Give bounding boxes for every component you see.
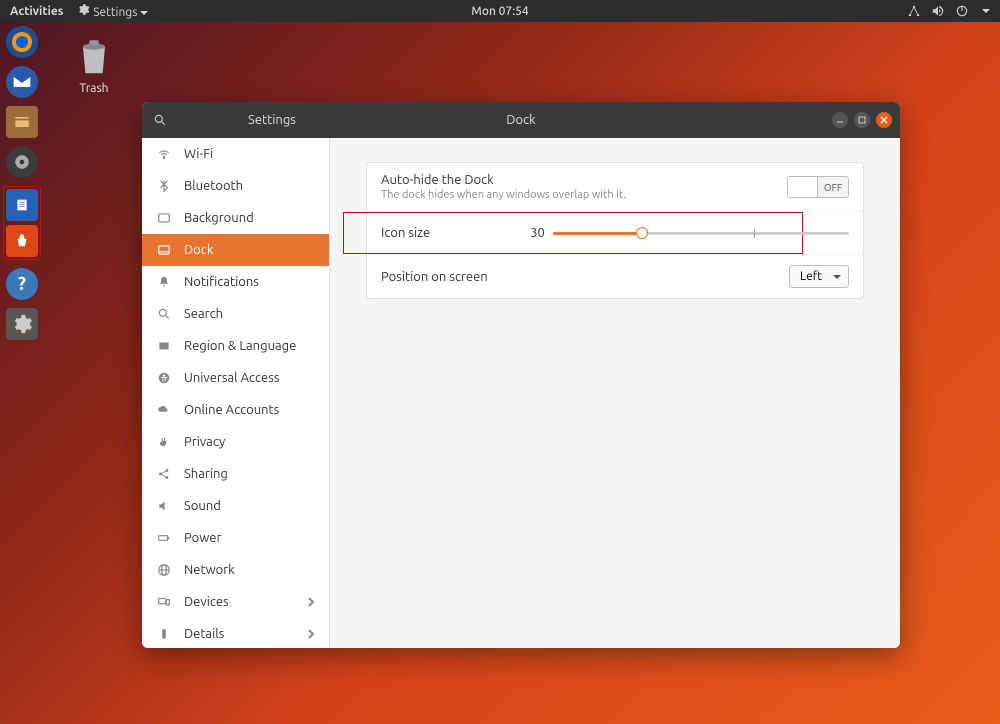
bluetooth-icon (156, 179, 172, 193)
trash-desktop-icon[interactable]: Trash (72, 32, 116, 95)
chevron-right-icon (307, 628, 315, 640)
sidebar-item-bluetooth[interactable]: Bluetooth (142, 170, 329, 202)
sidebar-item-online-accounts[interactable]: Online Accounts (142, 394, 329, 426)
position-row: Position on screen Left (367, 255, 863, 298)
sidebar-item-network[interactable]: Network (142, 554, 329, 586)
sidebar-item-label: Dock (184, 243, 213, 257)
sidebar-item-details[interactable]: Details (142, 618, 329, 648)
position-dropdown[interactable]: Left (789, 265, 849, 288)
autohide-row: Auto-hide the Dock The dock hides when a… (367, 163, 863, 212)
settings-content: Auto-hide the Dock The dock hides when a… (330, 138, 900, 648)
background-icon (156, 211, 172, 225)
sidebar-item-universal-access[interactable]: Universal Access (142, 362, 329, 394)
clock[interactable]: Mon 07:54 (471, 5, 528, 18)
autohide-title: Auto-hide the Dock (381, 173, 626, 187)
sidebar-item-devices[interactable]: Devices (142, 586, 329, 618)
accessibility-icon (156, 371, 172, 385)
minimize-button[interactable] (832, 112, 848, 128)
info-icon (156, 627, 172, 641)
rhythmbox-icon[interactable] (6, 146, 38, 178)
sidebar-item-label: Power (184, 531, 221, 545)
battery-icon (156, 531, 172, 545)
chevron-right-icon (307, 596, 315, 608)
position-label: Position on screen (381, 270, 488, 284)
maximize-button[interactable] (854, 112, 870, 128)
app-menu[interactable]: Settings (77, 3, 148, 19)
sidebar-item-label: Search (184, 307, 223, 321)
globe-icon (156, 339, 172, 353)
settings-window: Settings Dock Wi-Fi Bluetooth Background… (142, 102, 900, 648)
sidebar-item-label: Wi-Fi (184, 147, 213, 161)
icon-size-label: Icon size (381, 226, 430, 240)
libreoffice-writer-icon[interactable] (6, 189, 38, 221)
autohide-toggle[interactable]: OFF (787, 176, 849, 198)
sidebar-item-sound[interactable]: Sound (142, 490, 329, 522)
icon-size-row: Icon size 30 (367, 212, 863, 255)
window-title: Dock (506, 113, 535, 127)
settings-app-icon[interactable] (6, 308, 38, 340)
settings-sidebar: Wi-Fi Bluetooth Background Dock Notifica… (142, 138, 330, 648)
sidebar-item-label: Online Accounts (184, 403, 279, 417)
sidebar-item-label: Notifications (184, 275, 259, 289)
sidebar-item-label: Sound (184, 499, 221, 513)
sidebar-item-wifi[interactable]: Wi-Fi (142, 138, 329, 170)
sidebar-item-label: Sharing (184, 467, 228, 481)
sidebar-item-sharing[interactable]: Sharing (142, 458, 329, 490)
window-sidebar-title: Settings (178, 113, 366, 127)
sidebar-item-label: Network (184, 563, 235, 577)
dock-settings-panel: Auto-hide the Dock The dock hides when a… (366, 162, 864, 299)
autohide-subtitle: The dock hides when any windows overlap … (381, 189, 626, 201)
dock-icon (156, 243, 172, 257)
volume-icon[interactable] (931, 4, 945, 18)
window-titlebar[interactable]: Settings Dock (142, 102, 900, 138)
share-icon (156, 467, 172, 481)
close-button[interactable] (876, 112, 892, 128)
dock: ? (0, 22, 44, 724)
sidebar-item-label: Background (184, 211, 254, 225)
sidebar-item-label: Region & Language (184, 339, 296, 353)
sidebar-item-region[interactable]: Region & Language (142, 330, 329, 362)
files-icon[interactable] (6, 106, 38, 138)
search-icon (156, 307, 172, 321)
icon-size-value: 30 (530, 226, 545, 240)
sidebar-item-background[interactable]: Background (142, 202, 329, 234)
hand-icon (156, 435, 172, 449)
sidebar-item-power[interactable]: Power (142, 522, 329, 554)
sidebar-item-privacy[interactable]: Privacy (142, 426, 329, 458)
help-icon[interactable]: ? (6, 268, 38, 300)
sidebar-item-label: Devices (184, 595, 229, 609)
dock-highlight (3, 186, 41, 260)
sidebar-item-label: Details (184, 627, 224, 641)
software-center-icon[interactable] (6, 225, 38, 257)
activities-button[interactable]: Activities (10, 5, 63, 18)
toggle-state-label: OFF (818, 182, 848, 193)
cloud-icon (156, 403, 172, 417)
network-settings-icon (156, 563, 172, 577)
sidebar-item-label: Universal Access (184, 371, 279, 385)
sidebar-item-label: Privacy (184, 435, 225, 449)
top-panel: Activities Settings Mon 07:54 (0, 0, 1000, 22)
firefox-icon[interactable] (6, 26, 38, 58)
thunderbird-icon[interactable] (6, 66, 38, 98)
sidebar-item-label: Bluetooth (184, 179, 243, 193)
sidebar-item-search[interactable]: Search (142, 298, 329, 330)
bell-icon (156, 275, 172, 289)
sidebar-item-dock[interactable]: Dock (142, 234, 329, 266)
system-menu-caret[interactable] (982, 9, 990, 13)
search-button[interactable] (142, 102, 178, 138)
power-icon[interactable] (955, 4, 969, 18)
icon-size-slider[interactable] (553, 232, 849, 235)
settings-icon (77, 3, 90, 16)
network-icon[interactable] (907, 4, 921, 18)
wifi-icon (156, 147, 172, 161)
sidebar-item-notifications[interactable]: Notifications (142, 266, 329, 298)
devices-icon (156, 595, 172, 609)
trash-label: Trash (72, 82, 116, 95)
speaker-icon (156, 499, 172, 513)
